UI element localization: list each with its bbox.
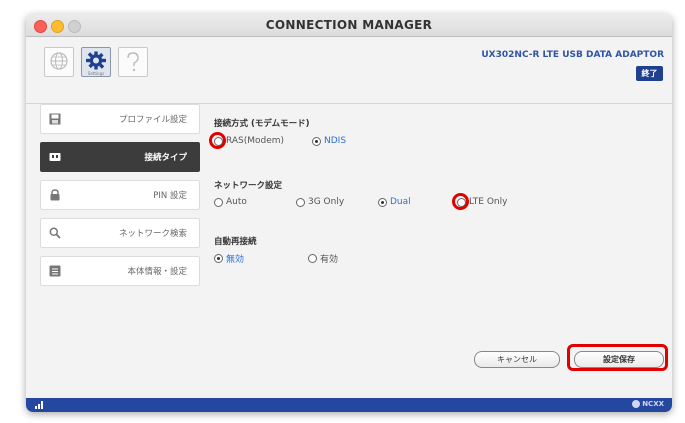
status-bar: NCXX	[26, 398, 672, 412]
sidebar-item-network-search[interactable]: ネットワーク検索	[40, 218, 200, 248]
connection-mode-title: 接続方式 (モデムモード)	[214, 119, 310, 129]
globe-icon[interactable]	[44, 47, 74, 77]
exit-button[interactable]: 終了	[636, 66, 663, 81]
radio-label: NDIS	[324, 136, 347, 146]
sidebar-item-profile[interactable]: プロファイル設定	[40, 104, 200, 134]
info-icon	[49, 265, 61, 277]
radio-3g-only[interactable]: 3G Only	[296, 197, 344, 207]
radio-label: LTE Only	[469, 197, 508, 207]
radio-dot[interactable]	[312, 136, 321, 146]
network-settings-title: ネットワーク設定	[214, 181, 283, 191]
window-title: CONNECTION MANAGER	[265, 18, 433, 32]
radio-dot[interactable]	[214, 197, 223, 207]
toolbar: Settings UX302NC-R LTE USB DATA ADAPTOR …	[26, 37, 672, 104]
radio-label: 無効	[226, 255, 245, 265]
radio-enabled[interactable]: 有効	[308, 252, 338, 265]
help-icon[interactable]	[118, 47, 148, 77]
radio-disabled[interactable]: 無効	[214, 252, 244, 265]
auto-reconnect-title: 自動再接続	[214, 237, 257, 247]
radio-dot[interactable]	[378, 197, 387, 207]
signal-icon	[35, 401, 43, 409]
sidebar-item-label: 接続タイプ	[144, 153, 187, 163]
highlight-circle-ras	[209, 132, 226, 149]
highlight-circle-lte	[452, 193, 469, 210]
sidebar-item-label: PIN 設定	[153, 191, 187, 201]
radio-label: Auto	[226, 197, 247, 207]
sidebar: プロファイル設定 接続タイプ PIN 設定 ネットワーク検索 本体情報・設定	[40, 104, 200, 294]
brand-logo: NCXX	[632, 400, 664, 408]
product-name: UX302NC-R LTE USB DATA ADAPTOR	[481, 50, 664, 60]
radio-dual[interactable]: Dual	[378, 197, 411, 207]
save-icon	[49, 113, 61, 125]
radio-label: Dual	[390, 197, 411, 207]
sidebar-item-device-info[interactable]: 本体情報・設定	[40, 256, 200, 286]
sidebar-item-label: ネットワーク検索	[118, 229, 187, 239]
radio-label: 3G Only	[308, 197, 345, 207]
brand-dot-icon	[632, 400, 641, 408]
radio-label: 有効	[320, 255, 339, 265]
sidebar-item-label: 本体情報・設定	[127, 267, 187, 277]
gear-icon[interactable]: Settings	[81, 47, 111, 77]
radio-dot[interactable]	[214, 254, 223, 263]
sidebar-item-connection-type[interactable]: 接続タイプ	[40, 142, 200, 172]
radio-auto[interactable]: Auto	[214, 197, 247, 207]
title-bar: CONNECTION MANAGER	[26, 14, 672, 37]
connection-icon	[49, 153, 61, 161]
highlight-rect-save	[567, 344, 668, 371]
lock-icon	[50, 189, 60, 201]
settings-caption: Settings	[87, 71, 105, 76]
cancel-button[interactable]: キャンセル	[474, 351, 560, 368]
connection-manager-window: CONNECTION MANAGER Settings UX302NC-R LT…	[26, 14, 672, 412]
radio-dot[interactable]	[296, 197, 305, 207]
search-icon	[49, 227, 61, 239]
brand-text: NCXX	[642, 400, 664, 408]
radio-dot[interactable]	[308, 254, 317, 263]
sidebar-item-label: プロファイル設定	[118, 115, 187, 125]
radio-label: RAS(Modem)	[226, 136, 285, 146]
sidebar-item-pin[interactable]: PIN 設定	[40, 180, 200, 210]
radio-ndis[interactable]: NDIS	[312, 136, 346, 146]
